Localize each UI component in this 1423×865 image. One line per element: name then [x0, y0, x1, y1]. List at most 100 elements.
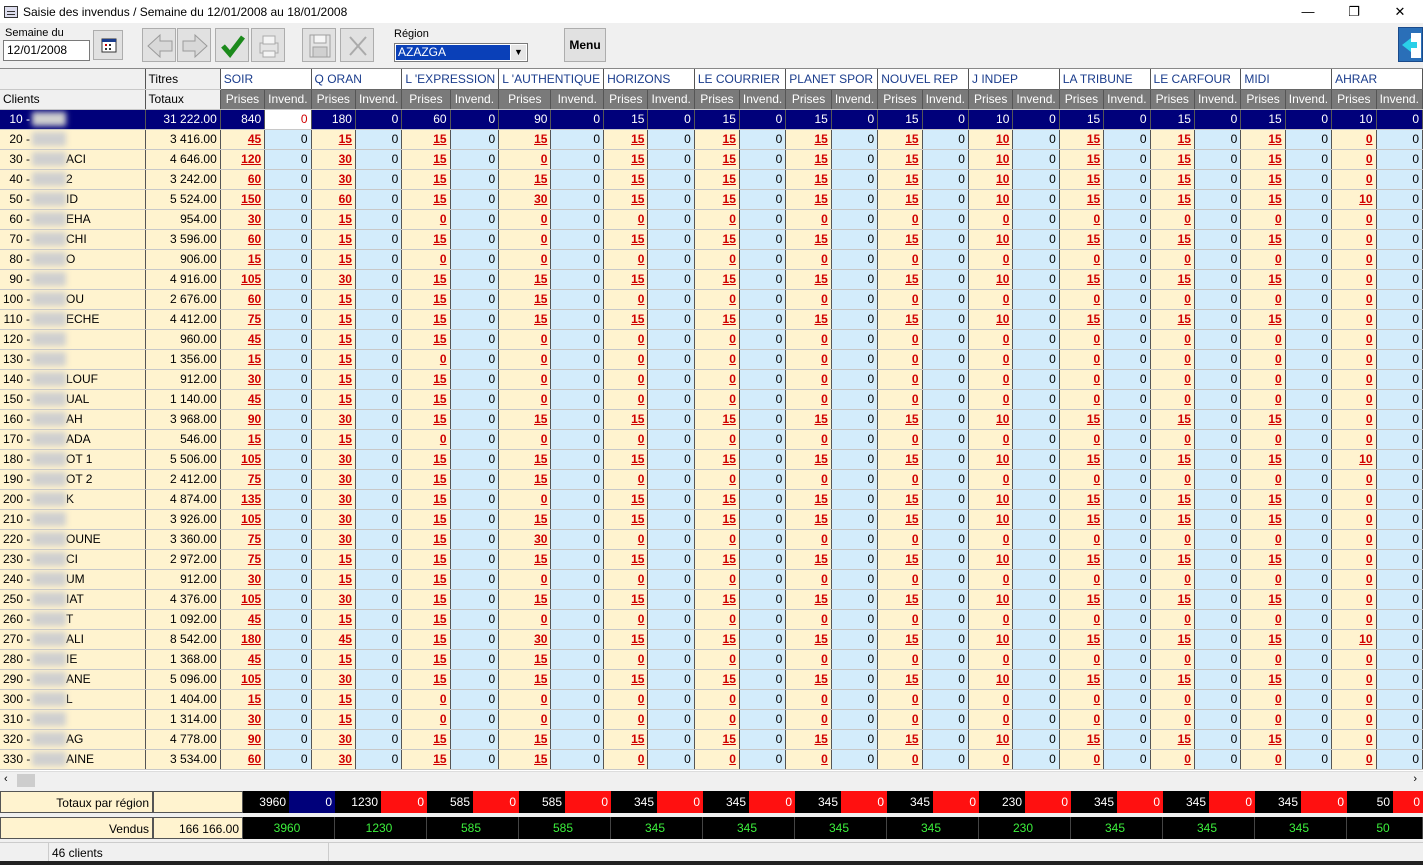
prises-cell[interactable]: 15	[401, 749, 451, 770]
invend-cell[interactable]: 0	[264, 689, 312, 710]
prises-cell[interactable]: 10	[968, 589, 1014, 610]
invend-cell[interactable]: 0	[1285, 369, 1333, 390]
invend-cell[interactable]: 0	[647, 629, 695, 650]
invend-cell[interactable]: 0	[739, 329, 787, 350]
invend-cell[interactable]: 0	[739, 129, 787, 150]
prises-cell[interactable]: 0	[785, 709, 832, 730]
prises-cell[interactable]: 15	[311, 309, 356, 330]
prises-cell[interactable]: 15	[603, 629, 649, 650]
invend-cell[interactable]: 0	[1103, 669, 1151, 690]
invend-cell[interactable]: 0	[922, 549, 969, 570]
invend-cell[interactable]: 0	[647, 229, 695, 250]
invend-cell[interactable]: 0	[550, 689, 605, 710]
invend-cell[interactable]: 0	[550, 229, 605, 250]
prises-cell[interactable]: 0	[694, 529, 740, 550]
prises-cell[interactable]: 15	[1150, 729, 1195, 750]
prises-cell[interactable]: 15	[603, 189, 649, 210]
table-row[interactable]: 30 - ACI 4 646.00 120 0 30 0 15 0 0 0 15 0 15 0 15 0 15 0 1…	[0, 149, 1423, 170]
prises-cell[interactable]: 15	[401, 369, 451, 390]
prises-cell[interactable]: 15	[877, 109, 923, 130]
client-cell[interactable]: 40 - 2	[0, 169, 146, 190]
prises-cell[interactable]: 15	[1150, 549, 1195, 570]
prises-cell[interactable]: 30	[220, 209, 266, 230]
table-row[interactable]: 280 - IE 1 368.00 45 0 15 0 15 0 15 0 0 0 0 0 0 0 0 0 0 0 0 0 0…	[0, 649, 1423, 670]
invend-cell[interactable]: 0	[264, 449, 312, 470]
prises-cell[interactable]: 15	[1240, 729, 1286, 750]
prises-cell[interactable]: 15	[311, 349, 356, 370]
prises-cell[interactable]: 15	[877, 149, 923, 170]
invend-cell[interactable]: 0	[1194, 529, 1242, 550]
invend-cell[interactable]: 0	[550, 529, 605, 550]
table-row[interactable]: 40 -23 242.00 60 0 30 0 15 0 15 0 15 0 15 0 15 0 15 0 10 0…	[0, 169, 1423, 190]
prises-cell[interactable]: 15	[498, 309, 552, 330]
invend-cell[interactable]: 0	[1012, 729, 1060, 750]
invend-cell[interactable]: 0	[831, 209, 879, 230]
prises-cell[interactable]: 15	[785, 189, 832, 210]
invend-cell[interactable]: 0	[264, 529, 312, 550]
prises-cell[interactable]: 15	[694, 629, 740, 650]
invend-cell[interactable]: 0	[450, 509, 500, 530]
prises-cell[interactable]: 30	[498, 629, 552, 650]
prises-cell[interactable]: 90	[220, 409, 266, 430]
invend-cell[interactable]: 0	[922, 709, 969, 730]
client-cell[interactable]: 30 - ACI	[0, 149, 146, 170]
prises-cell[interactable]: 0	[694, 329, 740, 350]
invend-cell[interactable]: 0	[1285, 309, 1333, 330]
table-row[interactable]: 50 - ID 5 524.00 150 0 60 0 15 0 30 0 15 0 15 0 15 0 15 0 1…	[0, 189, 1423, 210]
invend-cell[interactable]: 0	[1285, 669, 1333, 690]
invend-cell[interactable]: 0	[1285, 569, 1333, 590]
prises-cell[interactable]: 15	[498, 649, 552, 670]
invend-cell[interactable]: 0	[831, 229, 879, 250]
invend-cell[interactable]: 0	[739, 709, 787, 730]
column-title[interactable]: SOIR	[220, 69, 312, 90]
invend-cell[interactable]: 0	[647, 309, 695, 330]
invend-cell[interactable]: 0	[264, 149, 312, 170]
invend-cell[interactable]: 0	[831, 429, 879, 450]
prises-cell[interactable]: 15	[220, 689, 266, 710]
prises-cell[interactable]: 15	[401, 649, 451, 670]
prises-cell[interactable]: 15	[785, 669, 832, 690]
prises-cell[interactable]: 0	[498, 489, 552, 510]
prises-cell[interactable]: 30	[311, 489, 356, 510]
invend-cell[interactable]: 0	[1285, 509, 1333, 530]
prises-cell[interactable]: 0	[1331, 289, 1377, 310]
invend-cell[interactable]: 0	[1194, 129, 1242, 150]
prises-cell[interactable]: 15	[1240, 489, 1286, 510]
invend-cell[interactable]: 0	[450, 489, 500, 510]
prises-cell[interactable]: 10	[968, 629, 1014, 650]
prises-cell[interactable]: 15	[311, 329, 356, 350]
invend-cell[interactable]: 0	[1285, 129, 1333, 150]
client-cell[interactable]: 100 - OU	[0, 289, 146, 310]
prises-cell[interactable]: 15	[1059, 169, 1105, 190]
prises-cell[interactable]: 0	[603, 649, 649, 670]
prises-cell[interactable]: 0	[401, 349, 451, 370]
invend-cell[interactable]: 0	[831, 589, 879, 610]
minimize-button[interactable]: —	[1285, 0, 1331, 23]
invend-cell[interactable]: 0	[1012, 469, 1060, 490]
prises-cell[interactable]: 0	[694, 249, 740, 270]
invend-cell[interactable]: 0	[1376, 529, 1423, 550]
invend-cell[interactable]: 0	[647, 349, 695, 370]
prises-cell[interactable]: 30	[498, 529, 552, 550]
invend-cell[interactable]: 0	[264, 409, 312, 430]
prises-cell[interactable]: 0	[968, 289, 1014, 310]
invend-cell[interactable]: 0	[1103, 389, 1151, 410]
invend-cell[interactable]: 0	[1285, 549, 1333, 570]
column-title[interactable]: LE CARFOUR	[1150, 69, 1242, 90]
prises-cell[interactable]: 15	[220, 429, 266, 450]
prises-cell[interactable]: 0	[603, 529, 649, 550]
prises-cell[interactable]: 15	[401, 129, 451, 150]
invend-cell[interactable]: 0	[450, 389, 500, 410]
invend-cell[interactable]: 0	[647, 429, 695, 450]
prises-cell[interactable]: 10	[1331, 109, 1377, 130]
prises-cell[interactable]: 15	[311, 429, 356, 450]
prises-cell[interactable]: 15	[603, 169, 649, 190]
prises-cell[interactable]: 0	[877, 389, 923, 410]
invend-cell[interactable]: 0	[1012, 609, 1060, 630]
invend-cell[interactable]: 0	[647, 449, 695, 470]
prises-cell[interactable]: 15	[785, 229, 832, 250]
invend-cell[interactable]: 0	[922, 149, 969, 170]
prises-cell[interactable]: 15	[1150, 129, 1195, 150]
invend-cell[interactable]: 0	[831, 749, 879, 770]
prises-cell[interactable]: 0	[1150, 709, 1195, 730]
